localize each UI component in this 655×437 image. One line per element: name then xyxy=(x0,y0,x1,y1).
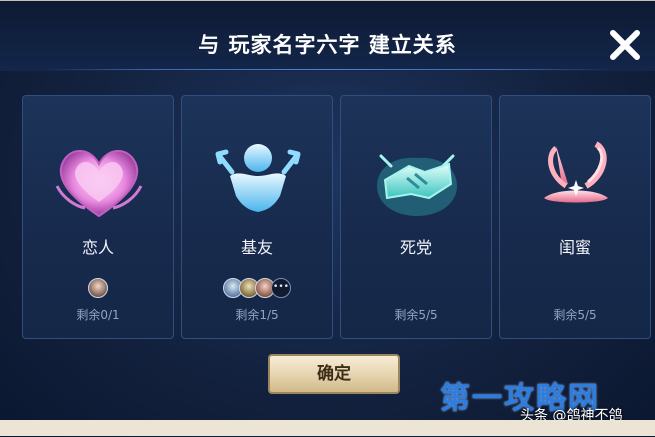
card-besties[interactable]: 闺蜜 剩余5/5 xyxy=(499,95,651,339)
bottom-border xyxy=(0,420,655,436)
more-avatars-icon: ••• xyxy=(271,278,291,298)
relationship-name: 死党 xyxy=(399,238,432,257)
avatar-list xyxy=(23,276,173,300)
close-icon xyxy=(610,30,640,60)
remaining-count: 剩余5/5 xyxy=(394,308,438,322)
remaining-count: 剩余5/5 xyxy=(553,308,597,322)
relationship-name: 基友 xyxy=(240,238,273,257)
card-buddy[interactable]: 基友 ••• 剩余1/5 xyxy=(181,95,333,339)
card-best-friend[interactable]: 死党 剩余5/5 xyxy=(340,95,492,339)
avatar-list: ••• xyxy=(182,276,332,300)
bunny-ears-icon xyxy=(544,141,608,203)
remaining-count: 剩余0/1 xyxy=(76,308,120,322)
relationship-name: 闺蜜 xyxy=(558,238,591,257)
header-divider xyxy=(40,69,615,70)
card-lover[interactable]: 恋人 剩余0/1 xyxy=(22,95,174,339)
handshake-icon xyxy=(377,154,457,216)
buddy-icon xyxy=(215,144,301,212)
relationship-dialog: 与 玩家名字六字 建立关系 恋人 剩余0/1 基友 ••• 剩余1/5 死党 剩… xyxy=(0,0,655,437)
close-button[interactable] xyxy=(605,25,645,65)
relationship-cards: 恋人 剩余0/1 基友 ••• 剩余1/5 死党 剩余5/5 闺蜜 剩余5/5 xyxy=(22,95,652,339)
remaining-count: 剩余1/5 xyxy=(235,308,279,322)
confirm-button[interactable]: 确定 xyxy=(268,354,400,394)
relationship-name: 恋人 xyxy=(81,238,114,257)
heart-icon xyxy=(55,150,143,218)
dialog-title: 与 玩家名字六字 建立关系 xyxy=(198,33,457,57)
avatar xyxy=(88,278,108,298)
